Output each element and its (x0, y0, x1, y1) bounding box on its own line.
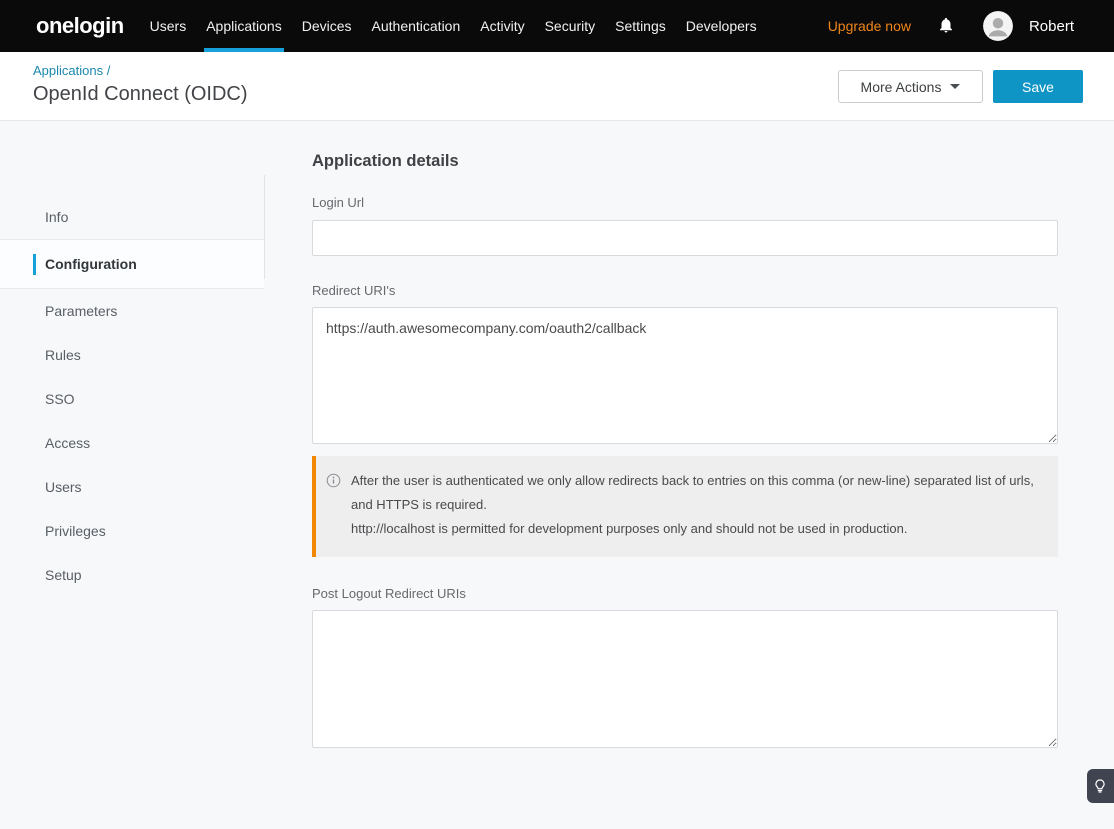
info-note-line1: After the user is authenticated we only … (351, 469, 1042, 517)
nav-item-users[interactable]: Users (150, 0, 187, 52)
nav-item-developers[interactable]: Developers (686, 0, 757, 52)
main-panel: Application details Login Url Redirect U… (312, 121, 1058, 748)
sidebar-item-privileges[interactable]: Privileges (0, 509, 264, 553)
breadcrumb-applications-link[interactable]: Applications / (33, 63, 110, 78)
active-accent-bar (33, 254, 36, 275)
info-icon (326, 473, 341, 488)
nav-item-activity[interactable]: Activity (480, 0, 524, 52)
login-url-label: Login Url (312, 195, 1058, 210)
post-logout-textarea[interactable] (312, 610, 1058, 748)
redirect-uris-label: Redirect URI's (312, 283, 1058, 298)
sidebar-item-setup[interactable]: Setup (0, 553, 264, 597)
redirect-info-note: After the user is authenticated we only … (312, 456, 1058, 557)
section-title: Application details (312, 152, 1058, 171)
save-button[interactable]: Save (993, 70, 1083, 103)
help-tips-tab[interactable] (1087, 769, 1114, 803)
notifications-bell-icon[interactable] (937, 16, 955, 36)
user-avatar[interactable] (983, 11, 1013, 41)
navbar-menu: Users Applications Devices Authentication Ac… (140, 0, 767, 52)
post-logout-label: Post Logout Redirect URIs (312, 586, 1058, 601)
navbar-right: Upgrade now Robert (828, 11, 1114, 41)
chevron-down-icon (950, 84, 960, 89)
sidebar-item-sso[interactable]: SSO (0, 377, 264, 421)
sidebar-item-rules[interactable]: Rules (0, 333, 264, 377)
page-title: OpenId Connect (OIDC) (33, 83, 248, 106)
nav-item-security[interactable]: Security (545, 0, 596, 52)
nav-item-applications[interactable]: Applications (206, 0, 282, 52)
nav-item-devices[interactable]: Devices (302, 0, 352, 52)
top-navbar: onelogin Users Applications Devices Authent… (0, 0, 1114, 52)
nav-item-authentication[interactable]: Authentication (372, 0, 461, 52)
breadcrumb: Applications / OpenId Connect (OIDC) (33, 62, 248, 106)
more-actions-label: More Actions (861, 79, 942, 95)
sidebar-item-access[interactable]: Access (0, 421, 264, 465)
login-url-input[interactable] (312, 220, 1058, 256)
sidebar-item-info[interactable]: Info (0, 195, 264, 239)
redirect-uris-textarea[interactable]: https://auth.awesomecompany.com/oauth2/c… (312, 307, 1058, 444)
info-note-line2: http://localhost is permitted for develo… (351, 517, 1042, 541)
sidebar-nav: InfoConfigurationParametersRulesSSOAcces… (0, 121, 264, 597)
onelogin-logo[interactable]: onelogin (36, 13, 124, 39)
more-actions-button[interactable]: More Actions (838, 70, 983, 103)
sidebar-item-parameters[interactable]: Parameters (0, 289, 264, 333)
header-actions: More Actions Save (838, 70, 1083, 103)
sidebar-item-users[interactable]: Users (0, 465, 264, 509)
user-name[interactable]: Robert (1029, 18, 1074, 35)
info-note-text: After the user is authenticated we only … (351, 469, 1042, 541)
sidebar-item-configuration[interactable]: Configuration (0, 239, 264, 289)
content-area: InfoConfigurationParametersRulesSSOAcces… (0, 121, 1114, 829)
upgrade-now-link[interactable]: Upgrade now (828, 18, 911, 34)
nav-item-settings[interactable]: Settings (615, 0, 666, 52)
lightbulb-icon (1092, 778, 1108, 794)
sidebar-divider (264, 175, 265, 279)
page-header: Applications / OpenId Connect (OIDC) Mor… (0, 52, 1114, 121)
